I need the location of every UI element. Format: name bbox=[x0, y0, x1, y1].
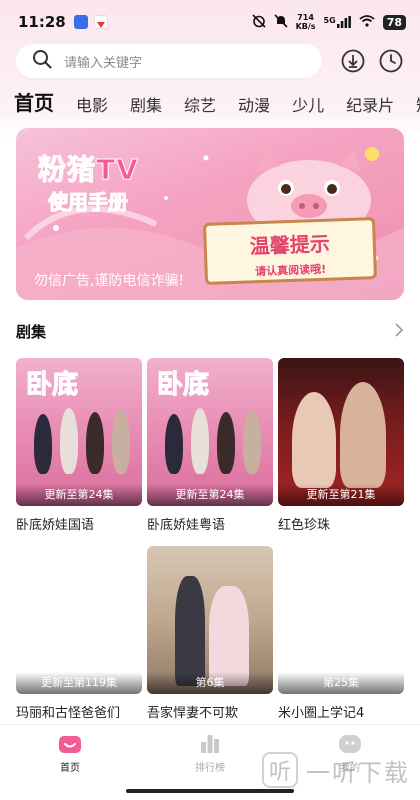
card-title: 吾家悍妻不可欺 bbox=[147, 706, 239, 721]
history-icon[interactable] bbox=[378, 48, 404, 74]
notice-subtitle: 请认真阅读哦! bbox=[254, 262, 327, 279]
watermark-text: 一听下载 bbox=[306, 758, 410, 787]
series-card[interactable]: 更新至第119集 玛丽和古怪爸爸们 bbox=[16, 546, 142, 721]
poster-image: 更新至第21集 bbox=[278, 358, 404, 506]
nav-label: 排行榜 bbox=[195, 763, 225, 774]
wifi-icon bbox=[359, 14, 375, 30]
status-bar: 11:28 714 KB/s 5G 78 bbox=[0, 0, 420, 44]
series-card[interactable]: 卧底 更新至第24集 卧底娇娃国语 bbox=[16, 358, 142, 533]
series-card[interactable]: 第6集 吾家悍妻不可欺 bbox=[147, 546, 273, 721]
status-notification-icons bbox=[73, 15, 108, 29]
card-title: 卧底娇娃国语 bbox=[16, 518, 95, 533]
status-time: 11:28 bbox=[18, 13, 66, 31]
poster-image: 卧底 更新至第24集 bbox=[147, 358, 273, 506]
tab-variety[interactable]: 综艺 bbox=[184, 92, 216, 116]
search-row: 请输入关键字 bbox=[16, 44, 408, 78]
card-title: 红色珍珠 bbox=[278, 518, 331, 533]
episode-caption: 更新至第24集 bbox=[147, 484, 273, 506]
series-card[interactable]: 卧底 更新至第24集 卧底娇娃粤语 bbox=[147, 358, 273, 533]
notice-card: 温馨提示 请认真阅读哦! bbox=[202, 217, 378, 285]
signal-icon: 5G bbox=[324, 16, 351, 28]
poster-image: 第25集 bbox=[278, 546, 404, 694]
poster-logo-art: 卧底 bbox=[156, 370, 210, 401]
tab-movies[interactable]: 电影 bbox=[76, 92, 108, 116]
series-card[interactable]: 更新至第21集 红色珍珠 bbox=[278, 358, 404, 533]
download-icon[interactable] bbox=[340, 48, 366, 74]
app-notification-icon bbox=[93, 15, 108, 29]
poster-logo-art: 卧底 bbox=[25, 370, 79, 401]
network-type: 5G bbox=[323, 16, 336, 25]
status-right: 714 KB/s 5G 78 bbox=[251, 13, 406, 31]
series-card[interactable]: 第25集 米小圈上学记4 bbox=[278, 546, 404, 721]
promo-banner[interactable]: 粉猪TV 使用手册 温馨提示 请认真阅读哦! 勿信广告,谨防电信诈骗! bbox=[16, 128, 404, 300]
tab-kids[interactable]: 少儿 bbox=[292, 92, 324, 116]
chevron-right-icon[interactable] bbox=[394, 322, 404, 341]
search-input[interactable]: 请输入关键字 bbox=[16, 44, 322, 78]
poster-image: 更新至第119集 bbox=[16, 546, 142, 694]
episode-caption: 更新至第119集 bbox=[16, 672, 142, 694]
net-speed-value: 714 bbox=[297, 13, 314, 22]
tab-home[interactable]: 首页 bbox=[14, 87, 54, 116]
poster-image: 第6集 bbox=[147, 546, 273, 694]
battery-indicator: 78 bbox=[382, 14, 406, 30]
tab-short[interactable]: 短 bbox=[416, 92, 420, 116]
home-indicator[interactable] bbox=[126, 789, 294, 793]
home-icon bbox=[58, 731, 82, 755]
poster-image: 卧底 更新至第24集 bbox=[16, 358, 142, 506]
banner-warning: 勿信广告,谨防电信诈骗! bbox=[34, 273, 185, 289]
watermark-badge: 听 bbox=[262, 752, 298, 788]
banner-subtitle: 使用手册 bbox=[48, 190, 129, 215]
banner-title: 粉猪TV bbox=[38, 153, 139, 187]
episode-caption: 更新至第24集 bbox=[16, 484, 142, 506]
tab-series[interactable]: 剧集 bbox=[130, 92, 162, 116]
nav-home[interactable]: 首页 bbox=[0, 725, 140, 800]
section-title: 剧集 bbox=[16, 322, 47, 341]
notice-title: 温馨提示 bbox=[249, 231, 331, 259]
search-placeholder: 请输入关键字 bbox=[64, 55, 143, 71]
watermark: 听 一听下载 bbox=[262, 752, 410, 788]
card-title: 米小圈上学记4 bbox=[278, 706, 365, 721]
alarm-off-icon bbox=[251, 13, 266, 31]
tab-documentary[interactable]: 纪录片 bbox=[346, 92, 394, 116]
category-tabs: 首页 电影 剧集 综艺 动漫 少儿 纪录片 短 bbox=[14, 86, 420, 116]
tab-anime[interactable]: 动漫 bbox=[238, 92, 270, 116]
app-notification-icon bbox=[73, 15, 88, 29]
net-speed-unit: KB/s bbox=[295, 22, 316, 31]
mute-icon bbox=[273, 13, 288, 31]
episode-caption: 第6集 bbox=[147, 672, 273, 694]
section-header-series[interactable]: 剧集 bbox=[16, 320, 404, 342]
episode-caption: 第25集 bbox=[278, 672, 404, 694]
net-speed: 714 KB/s bbox=[296, 13, 316, 31]
card-title: 卧底娇娃粤语 bbox=[147, 518, 226, 533]
search-icon bbox=[32, 49, 52, 73]
ranking-icon bbox=[198, 731, 222, 755]
card-title: 玛丽和古怪爸爸们 bbox=[16, 706, 121, 721]
nav-label: 首页 bbox=[60, 763, 80, 774]
episode-caption: 更新至第21集 bbox=[278, 484, 404, 506]
